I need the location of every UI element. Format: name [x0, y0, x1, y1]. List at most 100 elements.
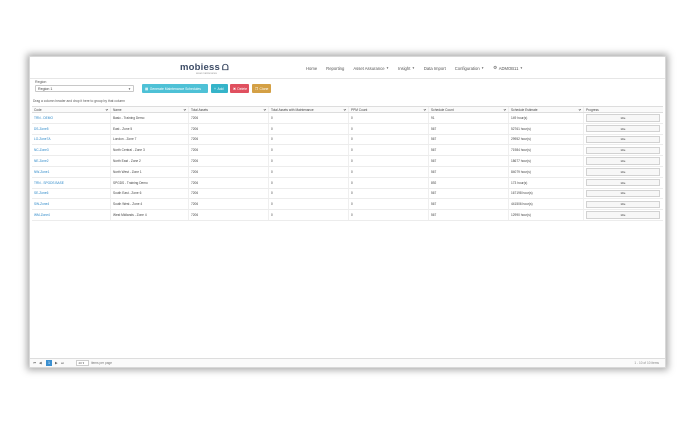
table-row[interactable]: WM-Zone4 West Midlands - Zone 4 7206 0 0 567 1… — [32, 210, 663, 221]
filter-icon[interactable]: ⧩ — [578, 108, 581, 112]
cell-code[interactable]: LO-Zone7A — [32, 134, 111, 145]
row-code-link[interactable]: SE-Zone6 — [34, 191, 48, 195]
row-code-link[interactable]: SW-Zone4 — [34, 202, 49, 206]
row-code-link[interactable]: TRN - DEMO — [34, 116, 53, 120]
cell-ppm-count: 0 — [349, 134, 429, 145]
app-window: mobiess ᗝ asset maintenance Home Reportin… — [29, 56, 666, 368]
cell-schedule-estimate: 18677 hour(s) — [509, 156, 584, 166]
filter-icon[interactable]: ⧩ — [263, 108, 266, 112]
nav-item-insight[interactable]: Insight ▼ — [398, 65, 415, 71]
prev-page-icon[interactable]: ◀ — [39, 361, 42, 365]
nav-item-data-import[interactable]: Data Import — [424, 65, 446, 71]
filter-icon[interactable]: ⧩ — [343, 108, 346, 112]
cell-schedule-count: 567 — [429, 145, 509, 156]
table-row[interactable]: SW-Zone4 South West - Zone 4 7206 0 0 567 4415… — [32, 199, 663, 211]
cell-total-assets: 7206 — [189, 199, 269, 210]
table-row[interactable]: TRN - DEMO Basic - Training Demo 7206 0 0 91 1… — [32, 113, 663, 124]
row-code-link[interactable]: LO-Zone7A — [34, 137, 50, 141]
clone-button[interactable]: ❐ Clone — [252, 84, 271, 93]
progress-status-button[interactable]: Idle — [586, 157, 660, 165]
nav-item-asset-assurance[interactable]: Asset Assurance ▼ — [353, 65, 389, 71]
cell-progress: Idle — [584, 135, 663, 145]
progress-status-button[interactable]: Idle — [586, 189, 660, 198]
add-button[interactable]: + Add — [211, 84, 228, 93]
nav-item-configuration[interactable]: Configuration ▼ — [455, 65, 484, 71]
cell-assets-with-maintenance: 0 — [269, 177, 349, 188]
page-number-current[interactable]: 1 — [46, 360, 52, 367]
user-menu[interactable]: ⚙ ADMOB11 ▼ — [493, 65, 523, 71]
delete-button[interactable]: ✖ Delete — [230, 84, 249, 93]
cell-assets-with-maintenance: 0 — [269, 166, 349, 177]
cell-schedule-estimate: 441506 hour(s) — [509, 199, 584, 210]
nav-item-reporting[interactable]: Reporting — [326, 65, 344, 71]
row-code-link[interactable]: WM-Zone4 — [34, 213, 50, 217]
cell-code[interactable]: NW-Zone1 — [32, 166, 111, 177]
chevron-down-icon: ▼ — [519, 66, 523, 70]
filter-icon[interactable]: ⧩ — [105, 108, 108, 112]
progress-status-button[interactable]: Idle — [586, 135, 660, 144]
column-header-name[interactable]: Name ⧩ — [111, 107, 189, 112]
cell-schedule-count: 567 — [429, 134, 509, 145]
nav-item-home[interactable]: Home — [306, 65, 317, 71]
first-page-icon[interactable]: ⏮ — [33, 361, 36, 365]
progress-status-button[interactable]: Idle — [586, 211, 660, 219]
cell-code[interactable]: DS-Zone5 — [32, 123, 111, 134]
progress-status-button[interactable]: Idle — [586, 124, 660, 133]
column-header-progress[interactable]: Progress — [584, 107, 663, 112]
row-code-link[interactable]: NC-Zone3 — [34, 148, 49, 152]
column-header-total-assets-with-maintenance[interactable]: Total Assets with Maintenance ⧩ — [269, 107, 349, 112]
filter-icon[interactable]: ⧩ — [183, 108, 186, 112]
row-code-link[interactable]: DS-Zone5 — [34, 127, 49, 131]
next-page-icon[interactable]: ▶ — [55, 361, 58, 365]
table-row[interactable]: NE-Zone2 North East - Zone 2 7206 0 0 567 1867… — [32, 156, 663, 167]
progress-status-button[interactable]: Idle — [586, 114, 660, 122]
cell-code[interactable]: TRN - SPGDS BASE — [32, 177, 111, 188]
row-code-link[interactable]: NW-Zone1 — [34, 170, 49, 174]
row-code-link[interactable]: TRN - SPGDS BASE — [34, 181, 64, 185]
table-row[interactable]: SE-Zone6 South East - Zone 6 7206 0 0 567 1671… — [32, 188, 663, 200]
calendar-icon: ▦ — [145, 86, 149, 91]
cell-name: London - Zone 7 — [111, 134, 189, 145]
cell-code[interactable]: TRN - DEMO — [32, 113, 111, 123]
cell-code[interactable]: NE-Zone2 — [32, 156, 111, 166]
filter-icon[interactable]: ⧩ — [503, 108, 506, 112]
cell-code[interactable]: SW-Zone4 — [32, 199, 111, 210]
user-icon: ⚙ — [493, 65, 498, 70]
region-select[interactable]: Region 1 ▼ — [35, 85, 134, 92]
last-page-icon[interactable]: ⏭ — [61, 361, 64, 365]
cell-schedule-estimate: 29952 hour(s) — [509, 134, 584, 145]
progress-status-button[interactable]: Idle — [586, 200, 660, 209]
cell-code[interactable]: WM-Zone4 — [32, 210, 111, 220]
cell-assets-with-maintenance: 0 — [269, 134, 349, 145]
generate-schedules-button[interactable]: ▦ Generate Maintenance Schedules — [142, 84, 208, 93]
cell-schedule-count: 567 — [429, 199, 509, 210]
logo-subtitle: asset maintenance — [196, 72, 217, 75]
column-header-total-assets[interactable]: Total Assets ⧩ — [189, 107, 269, 112]
progress-status-button[interactable]: Idle — [586, 146, 660, 155]
table-row[interactable]: DS-Zone5 East - Zone 5 7206 0 0 567 52761 hour… — [32, 123, 663, 135]
column-header-schedule-estimate[interactable]: Schedule Estimate ⧩ — [509, 107, 584, 112]
table-row[interactable]: NC-Zone3 North Central - Zone 3 7206 0 0 567 7… — [32, 145, 663, 157]
column-header-schedule-count[interactable]: Schedule Count ⧩ — [429, 107, 509, 112]
table-row[interactable]: LO-Zone7A London - Zone 7 7206 0 0 567 29952 h… — [32, 134, 663, 146]
progress-status-button[interactable]: Idle — [586, 178, 660, 187]
column-header-ppm-count[interactable]: PPM Count ⧩ — [349, 107, 429, 112]
cell-code[interactable]: SE-Zone6 — [32, 188, 111, 199]
row-code-link[interactable]: NE-Zone2 — [34, 159, 49, 163]
filter-icon[interactable]: ⧩ — [423, 108, 426, 112]
column-header-code[interactable]: Code ⧩ — [32, 107, 111, 112]
cell-schedule-count: 567 — [429, 123, 509, 134]
table-row[interactable]: NW-Zone1 North West - Zone 1 7206 0 0 567 8407… — [32, 166, 663, 178]
grid-header: Code ⧩ Name ⧩ Total Assets ⧩ Total Assets w… — [32, 106, 663, 113]
cell-assets-with-maintenance: 0 — [269, 188, 349, 199]
page-size-select[interactable]: 20 ▾ — [76, 360, 89, 367]
table-row[interactable]: TRN - SPGDS BASE SPGDS - Training Demo 720… — [32, 177, 663, 189]
cell-name: East - Zone 5 — [111, 123, 189, 134]
cell-schedule-count: 567 — [429, 210, 509, 220]
chevron-down-icon: ▼ — [128, 86, 131, 91]
progress-status-button[interactable]: Idle — [586, 168, 660, 176]
pager: ⏮ ◀ 1 ▶ ⏭ 20 ▾ items per page 1 - 10 of … — [30, 358, 665, 367]
cell-code[interactable]: NC-Zone3 — [32, 145, 111, 156]
group-drop-area[interactable]: Drag a column header and drop it here to… — [33, 99, 125, 103]
region-value: Region 1 — [38, 86, 53, 91]
